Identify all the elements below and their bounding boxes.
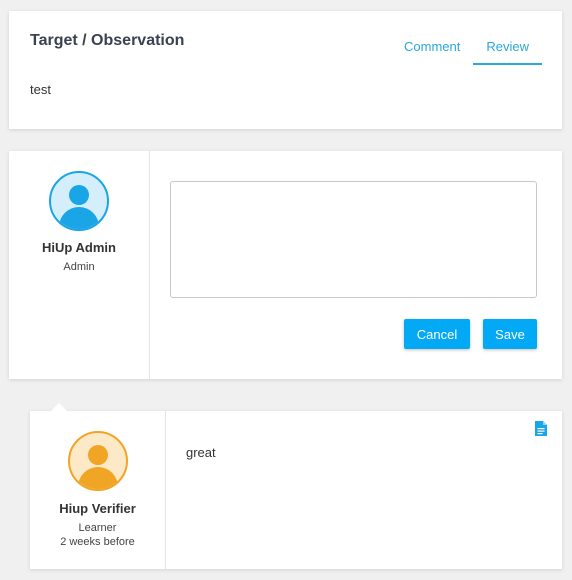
cancel-button[interactable]: Cancel [404, 319, 470, 349]
user-role: Learner [78, 522, 117, 534]
save-button[interactable]: Save [483, 319, 537, 349]
target-observation-card: Target / Observation Comment Review test [9, 11, 562, 129]
author-column: HiUp Admin Admin [9, 151, 150, 379]
author-column: Hiup Verifier Learner 2 weeks before [30, 411, 166, 569]
target-description: test [30, 82, 51, 97]
reply-card: Hiup Verifier Learner 2 weeks before gre… [30, 403, 562, 569]
compose-comment-card: HiUp Admin Admin Cancel Save [9, 151, 562, 379]
tab-comment[interactable]: Comment [391, 31, 473, 65]
comment-input[interactable] [170, 181, 537, 298]
user-name: Hiup Verifier [59, 501, 136, 516]
user-role: Admin [63, 261, 95, 273]
user-avatar-icon [67, 431, 128, 491]
user-role-time: Learner 2 weeks before [30, 521, 165, 549]
document-icon[interactable] [535, 421, 547, 436]
user-name: HiUp Admin [42, 240, 116, 255]
tab-bar: Comment Review [391, 31, 542, 65]
tab-review[interactable]: Review [473, 31, 542, 65]
timestamp: 2 weeks before [60, 536, 135, 548]
reply-text: great [186, 445, 216, 460]
card-title: Target / Observation [30, 32, 185, 49]
user-avatar-icon [49, 171, 109, 231]
